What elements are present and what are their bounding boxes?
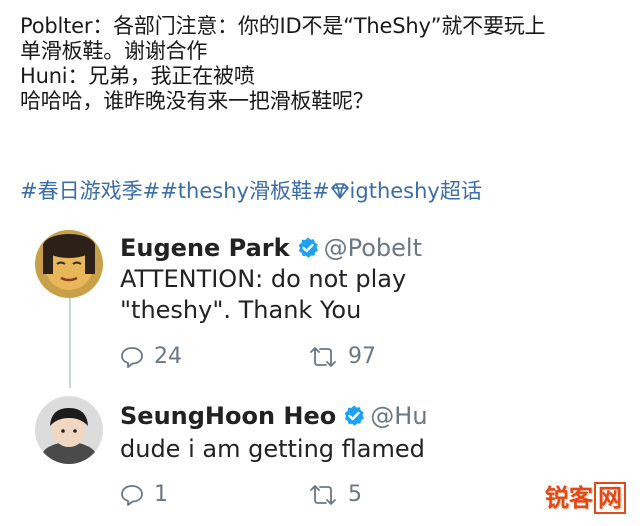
- tweet-text: ATTENTION: do not play "theshy". Thank Y…: [120, 264, 406, 326]
- verified-badge-icon: [298, 237, 318, 258]
- diamond-icon: [330, 183, 349, 199]
- retweet-icon: [310, 347, 336, 367]
- hashtag-link[interactable]: #春日游戏季#: [20, 179, 160, 203]
- tweet-text: dude i am getting flamed: [120, 434, 425, 465]
- hashtag-link[interactable]: #theshy滑板鞋#: [160, 179, 329, 203]
- watermark-logo: 锐客网: [545, 478, 626, 514]
- tweet-header: Eugene Park @Pobelt: [120, 230, 422, 266]
- post-body: Poblter：各部门注意：你的ID不是“TheShy”就不要玩上 单滑板鞋。谢…: [20, 14, 630, 114]
- reply-icon: [121, 485, 143, 506]
- tweet-header: SeungHoon Heo @Hu: [120, 398, 428, 434]
- watermark-text: 锐客: [545, 484, 593, 512]
- hashtag-row: #春日游戏季##theshy滑板鞋# igtheshy超话: [20, 179, 482, 204]
- post-line: 单滑板鞋。谢谢合作: [20, 39, 208, 63]
- reply-count: 24: [154, 344, 182, 369]
- reply-button[interactable]: 24: [120, 342, 182, 372]
- retweet-count: 97: [348, 344, 376, 369]
- tweet-text-line: dude i am getting flamed: [120, 435, 425, 463]
- avatar[interactable]: [35, 396, 103, 464]
- retweet-button[interactable]: 5: [308, 480, 362, 510]
- post-line: Huni：兄弟，我正在被喷: [20, 64, 255, 88]
- avatar[interactable]: [35, 230, 103, 298]
- display-name[interactable]: Eugene Park: [120, 234, 290, 262]
- post-line: 哈哈哈，谁昨晚没有来一把滑板鞋呢？: [20, 89, 374, 113]
- thread-connector: [69, 298, 71, 388]
- retweet-icon: [310, 485, 336, 505]
- verified-badge-icon: [344, 405, 365, 426]
- user-handle[interactable]: @Hu: [370, 402, 427, 430]
- reply-icon: [121, 347, 143, 368]
- retweet-count: 5: [348, 482, 362, 507]
- reply-button[interactable]: 1: [120, 480, 168, 510]
- supertopic-label: igtheshy超话: [349, 179, 482, 203]
- reply-count: 1: [154, 482, 168, 507]
- post-line: Poblter：各部门注意：你的ID不是“TheShy”就不要玩上: [20, 14, 546, 38]
- watermark-text-boxed: 网: [594, 482, 626, 514]
- display-name[interactable]: SeungHoon Heo: [120, 402, 336, 430]
- tweet-text-line: ATTENTION: do not play: [120, 265, 407, 293]
- supertopic-link[interactable]: igtheshy超话: [330, 179, 482, 203]
- tweet-text-line: "theshy". Thank You: [120, 296, 362, 324]
- retweet-button[interactable]: 97: [308, 342, 376, 372]
- user-handle[interactable]: @Pobelt: [324, 234, 422, 262]
